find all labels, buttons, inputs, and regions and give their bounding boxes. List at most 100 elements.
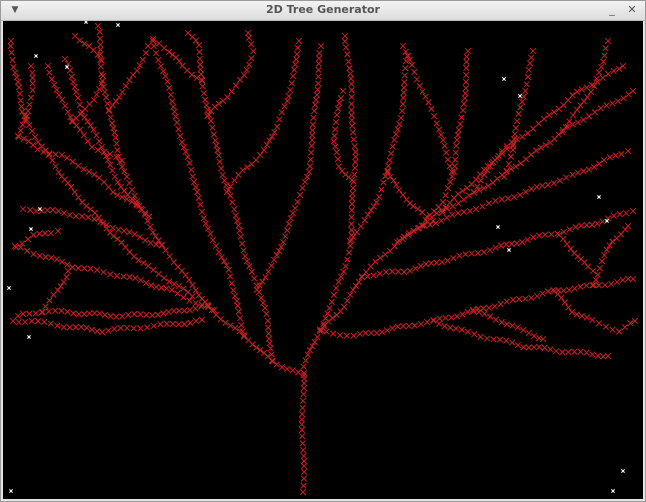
branch-marker	[348, 226, 355, 234]
branch-marker	[625, 91, 632, 98]
branch-marker	[516, 191, 524, 199]
minimize-icon[interactable]: _	[605, 3, 619, 17]
branch-marker	[95, 174, 103, 181]
branch-marker	[480, 171, 488, 178]
branch-marker	[509, 322, 516, 329]
branch-marker	[76, 101, 83, 108]
branch-marker	[565, 348, 572, 356]
branch-marker	[517, 104, 524, 111]
branch-marker	[301, 178, 309, 186]
branch-marker	[337, 308, 344, 315]
branch-marker	[28, 317, 35, 325]
branch-marker	[439, 198, 447, 206]
branch-marker	[216, 158, 223, 165]
branch-marker	[479, 203, 486, 210]
branch-marker	[94, 22, 102, 30]
attractor-point	[27, 335, 31, 339]
branch-marker	[544, 181, 552, 188]
branch-marker	[142, 237, 149, 244]
branch-marker	[315, 73, 322, 80]
branch-marker	[497, 300, 504, 308]
branch-marker	[69, 158, 76, 165]
branch-marker	[212, 137, 219, 144]
branch-marker	[572, 223, 579, 231]
branch-marker	[287, 86, 294, 94]
branch-marker	[284, 97, 291, 105]
branch-marker	[55, 207, 62, 215]
branch-marker	[24, 236, 32, 243]
branch-marker	[113, 313, 120, 320]
branch-marker	[592, 276, 599, 284]
branch-marker	[368, 329, 375, 337]
branch-marker	[590, 163, 598, 171]
branch-marker	[322, 315, 329, 322]
branch-marker	[462, 250, 469, 258]
branch-marker	[236, 315, 244, 322]
branch-marker	[452, 325, 460, 332]
branch-marker	[329, 330, 337, 337]
branch-marker	[196, 55, 203, 62]
branch-marker	[119, 313, 126, 320]
branch-marker	[333, 111, 341, 119]
branch-marker	[182, 148, 189, 155]
branch-marker	[614, 98, 622, 105]
branch-marker	[525, 344, 532, 351]
branch-marker	[81, 310, 88, 318]
branch-marker	[59, 96, 66, 104]
branch-marker	[348, 100, 355, 108]
branch-marker	[287, 215, 294, 222]
branch-marker	[522, 188, 529, 196]
branch-marker	[291, 205, 299, 212]
branch-marker	[166, 84, 173, 92]
branch-marker	[329, 314, 336, 322]
branch-marker	[309, 121, 317, 128]
branch-marker	[563, 240, 571, 248]
title-bar[interactable]: ▼ 2D Tree Generator _ ✕	[1, 1, 645, 21]
branch-marker	[179, 62, 186, 69]
branch-marker	[145, 262, 152, 270]
branch-marker	[296, 191, 304, 199]
branch-marker	[12, 69, 19, 76]
branch-marker	[616, 211, 623, 218]
branch-marker	[58, 307, 65, 314]
branch-marker	[238, 240, 246, 247]
app-window: ▼ 2D Tree Generator _ ✕	[0, 0, 646, 502]
branch-marker	[345, 249, 353, 256]
branch-marker	[163, 320, 170, 327]
branch-marker	[397, 114, 405, 122]
branch-marker	[352, 282, 360, 290]
branch-marker	[84, 138, 91, 145]
branch-marker	[213, 142, 220, 149]
branch-marker	[42, 253, 49, 261]
branch-marker	[248, 55, 255, 62]
branch-marker	[348, 117, 355, 124]
branch-marker	[288, 80, 295, 87]
branch-marker	[486, 247, 494, 254]
branch-marker	[117, 183, 125, 190]
branch-marker	[525, 66, 532, 74]
branch-marker	[195, 291, 203, 299]
attractor-point	[9, 489, 13, 493]
close-icon[interactable]: ✕	[625, 3, 639, 17]
branch-marker	[609, 100, 616, 107]
branch-marker	[100, 268, 107, 276]
branch-marker	[68, 183, 75, 191]
branch-marker	[46, 69, 53, 76]
branch-marker	[96, 28, 103, 36]
branch-marker	[391, 136, 398, 143]
branch-marker	[348, 106, 355, 114]
branch-marker	[348, 80, 355, 88]
branch-marker	[64, 267, 72, 275]
branch-marker	[107, 114, 114, 121]
branch-marker	[210, 131, 218, 138]
branch-marker	[68, 73, 75, 80]
branch-marker	[87, 265, 94, 272]
branch-marker	[522, 87, 529, 95]
branch-marker	[584, 94, 591, 101]
tree-canvas[interactable]	[3, 21, 643, 499]
branch-marker	[64, 154, 71, 162]
branch-marker	[401, 72, 408, 79]
branch-marker	[300, 457, 308, 465]
branch-marker	[294, 44, 301, 52]
branch-marker	[474, 249, 482, 257]
